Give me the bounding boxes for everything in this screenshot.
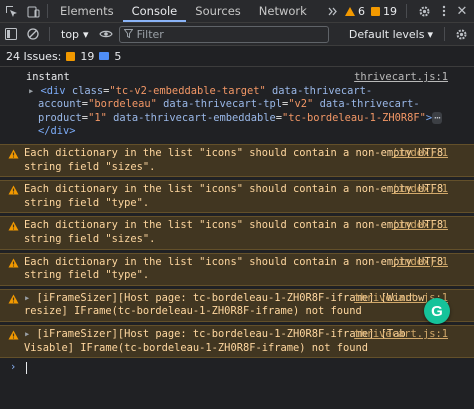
source-link[interactable]: (index):1 xyxy=(392,183,448,197)
tab-elements[interactable]: Elements xyxy=(51,0,123,22)
warning-icon xyxy=(8,149,19,164)
filter-field[interactable] xyxy=(118,25,329,43)
inspect-element-icon[interactable] xyxy=(0,0,22,22)
console-prompt[interactable]: › xyxy=(0,358,474,378)
dom-attr: class xyxy=(71,84,104,97)
filter-input[interactable] xyxy=(136,27,307,41)
more-tabs-icon[interactable] xyxy=(325,0,339,22)
console-toolbar: top ▾ Default levels ▾ xyxy=(0,23,474,46)
dom-attr-value: "1" xyxy=(88,111,107,124)
warning-icon xyxy=(8,258,19,273)
prompt-chevron-icon: › xyxy=(10,361,17,374)
log-levels-label: Default levels xyxy=(348,27,425,41)
source-link[interactable]: (index):1 xyxy=(392,256,448,270)
expand-triangle-icon[interactable]: ▸ xyxy=(24,292,30,304)
devtools-tabbar: Elements Console Sources Network 6 19 ✕ xyxy=(0,0,474,23)
text-caret xyxy=(26,362,28,375)
dom-attr-value: "bordeleau" xyxy=(88,98,157,111)
ellipsis-icon[interactable]: ⋯ xyxy=(432,111,443,124)
toolbar-divider xyxy=(444,27,445,41)
info-message-icon xyxy=(99,52,110,60)
device-toolbar-icon[interactable] xyxy=(22,0,44,22)
warnings-badge[interactable]: 6 xyxy=(345,5,365,18)
dom-attr: data-thrivecart-tpl xyxy=(163,98,283,111)
source-link[interactable]: (index):1 xyxy=(392,147,448,161)
warning-message: Each dictionary in the list "icons" shou… xyxy=(0,143,474,178)
dom-attr-value: "tc-v2-embeddable-target" xyxy=(109,84,266,97)
dom-attr-value: "tc-bordeleau-1-ZH0R8F" xyxy=(282,111,426,124)
dropdown-arrow-icon: ▾ xyxy=(83,27,89,41)
close-icon[interactable]: ✕ xyxy=(456,0,468,22)
issues-badge[interactable]: 19 xyxy=(371,5,397,18)
dom-attr: data-thrivecart-embeddable xyxy=(113,111,276,124)
source-link[interactable]: (index):1 xyxy=(392,219,448,233)
dom-tag-end: </div> xyxy=(38,125,76,138)
dom-attr-value: "v2" xyxy=(288,98,314,111)
dropdown-arrow-icon: ▾ xyxy=(427,27,433,41)
tab-network[interactable]: Network xyxy=(250,0,316,22)
warning-message: Each dictionary in the list "icons" shou… xyxy=(0,252,474,286)
warnings-count: 6 xyxy=(358,4,365,18)
gear-icon[interactable] xyxy=(452,23,470,45)
expand-triangle-icon[interactable]: ▸ xyxy=(28,85,34,97)
source-link[interactable]: thrivecart.js:1 xyxy=(354,328,448,342)
expand-triangle-icon[interactable]: ▸ xyxy=(24,328,30,340)
toolbar-divider xyxy=(406,4,407,18)
warning-icon xyxy=(8,221,19,236)
warning-text: Each dictionary in the list "icons" shou… xyxy=(24,183,444,209)
source-link[interactable]: thrivecart.js:1 xyxy=(354,71,448,85)
warning-message: Each dictionary in the list "icons" shou… xyxy=(0,216,474,250)
console-output: instant thrivecart.js:1 ▸ <div class="tc… xyxy=(0,67,474,378)
toolbar-divider xyxy=(49,27,50,41)
warning-flag-icon xyxy=(66,51,76,61)
context-selector[interactable]: top ▾ xyxy=(57,28,93,41)
warning-text: Each dictionary in the list "icons" shou… xyxy=(24,146,444,173)
log-message: instant thrivecart.js:1 ▸ <div class="tc… xyxy=(0,67,474,141)
warning-text: Each dictionary in the list "icons" shou… xyxy=(24,255,444,282)
issues-warn-count: 19 xyxy=(80,49,95,63)
dom-node[interactable]: ▸ <div class="tc-v2-embeddable-target" d… xyxy=(26,85,444,139)
warning-icon xyxy=(345,6,355,16)
issues-count: 19 xyxy=(383,4,397,18)
warning-text: Each dictionary in the list "icons" shou… xyxy=(24,219,444,245)
log-levels-dropdown[interactable]: Default levels ▾ xyxy=(349,28,437,41)
dom-tag-open: <div xyxy=(40,84,66,97)
warning-message: Each dictionary in the list "icons" shou… xyxy=(0,180,474,214)
grammarly-button[interactable]: G xyxy=(424,298,450,324)
sidebar-toggle-icon[interactable] xyxy=(2,23,20,45)
tab-sources[interactable]: Sources xyxy=(186,0,250,22)
gear-icon[interactable] xyxy=(416,0,432,22)
warning-message: ▸ [iFrameSizer][Host page: tc-bordeleau-… xyxy=(0,288,474,322)
context-label: top xyxy=(61,27,80,41)
issues-info-count: 5 xyxy=(114,49,122,63)
warning-icon xyxy=(8,330,19,345)
eye-icon[interactable] xyxy=(97,23,115,45)
issue-flag-icon xyxy=(371,6,380,16)
filter-icon xyxy=(123,28,134,41)
issues-bar[interactable]: 24 Issues: 19 5 xyxy=(0,46,474,67)
warning-message: ▸ [iFrameSizer][Host page: tc-bordeleau-… xyxy=(0,324,474,359)
clear-console-icon[interactable] xyxy=(24,23,42,45)
warning-icon xyxy=(8,294,19,309)
warning-icon xyxy=(8,185,19,200)
tab-console[interactable]: Console xyxy=(123,0,187,22)
kebab-menu-icon[interactable] xyxy=(438,0,450,22)
warning-text: [iFrameSizer][Host page: tc-bordeleau-1-… xyxy=(24,327,406,354)
toolbar-divider xyxy=(47,4,48,18)
issues-label: 24 Issues: xyxy=(6,49,62,63)
